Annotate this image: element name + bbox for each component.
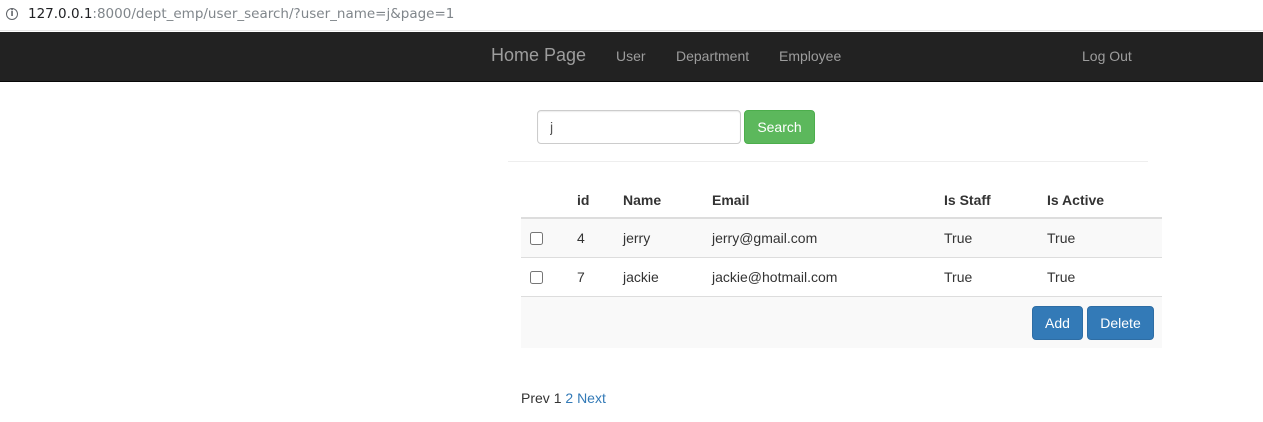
pagination-next-link[interactable]: Next — [577, 390, 606, 406]
browser-address-bar[interactable]: i 127.0.0.1:8000/dept_emp/user_search/?u… — [0, 0, 1263, 31]
url-path: :8000/dept_emp/user_search/?user_name=j&… — [92, 6, 455, 22]
cell-email: jerry@gmail.com — [712, 230, 818, 246]
column-header-email: Email — [712, 192, 750, 208]
search-input[interactable] — [537, 110, 741, 144]
column-header-is-active: Is Active — [1047, 192, 1105, 208]
nav-link-logout[interactable]: Log Out — [1082, 48, 1132, 64]
delete-button[interactable]: Delete — [1087, 306, 1154, 340]
cell-name: jackie — [623, 269, 659, 285]
cell-email: jackie@hotmail.com — [712, 269, 838, 285]
cell-is-active: True — [1047, 269, 1076, 285]
table-row: 7 jackie jackie@hotmail.com True True — [521, 258, 1162, 297]
column-header-id: id — [577, 192, 590, 208]
url-host: 127.0.0.1 — [28, 6, 93, 22]
cell-id: 7 — [577, 269, 585, 285]
row-select-checkbox[interactable] — [530, 232, 543, 245]
cell-is-active: True — [1047, 230, 1076, 246]
table-row: 4 jerry jerry@gmail.com True True — [521, 219, 1162, 258]
top-navbar: Home Page User Department Employee Log O… — [0, 32, 1263, 82]
navbar-brand-home[interactable]: Home Page — [491, 45, 586, 66]
cell-is-staff: True — [944, 230, 973, 246]
info-icon[interactable]: i — [6, 8, 18, 20]
add-button[interactable]: Add — [1032, 306, 1083, 340]
pagination: Prev 1 2 Next — [521, 390, 606, 406]
nav-link-employee[interactable]: Employee — [779, 48, 841, 64]
pagination-page-2-link[interactable]: 2 — [565, 390, 573, 406]
url-text[interactable]: 127.0.0.1:8000/dept_emp/user_search/?use… — [28, 6, 454, 22]
row-select-checkbox[interactable] — [530, 271, 543, 284]
users-table: id Name Email Is Staff Is Active 4 jerry… — [521, 181, 1162, 297]
divider — [508, 161, 1148, 162]
pagination-current-page: 1 — [553, 390, 562, 406]
column-header-is-staff: Is Staff — [944, 192, 991, 208]
search-button[interactable]: Search — [744, 110, 815, 144]
table-header-row: id Name Email Is Staff Is Active — [521, 181, 1162, 219]
pagination-prev: Prev — [521, 390, 550, 406]
column-header-name: Name — [623, 192, 662, 208]
cell-name: jerry — [623, 230, 651, 246]
cell-id: 4 — [577, 230, 585, 246]
cell-is-staff: True — [944, 269, 973, 285]
nav-link-department[interactable]: Department — [676, 48, 749, 64]
nav-link-user[interactable]: User — [616, 48, 646, 64]
